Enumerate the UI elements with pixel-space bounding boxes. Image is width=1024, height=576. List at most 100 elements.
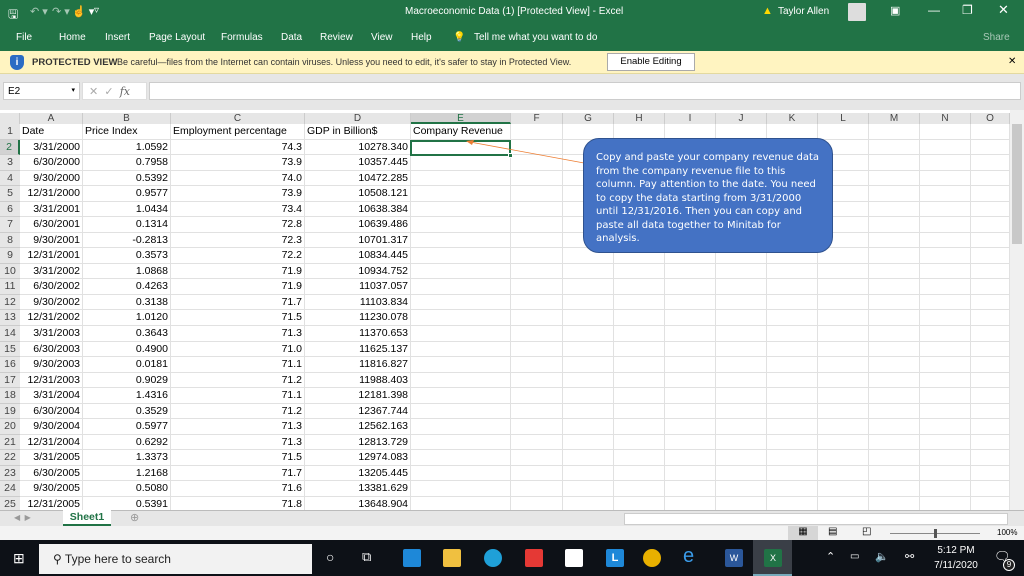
cell[interactable]: 10834.445 (305, 248, 411, 264)
cell[interactable] (716, 434, 767, 451)
cell[interactable] (869, 232, 920, 249)
tab-home[interactable]: Home (59, 32, 86, 43)
tab-insert[interactable]: Insert (105, 32, 130, 43)
cell[interactable]: 71.9 (171, 263, 305, 280)
cell[interactable]: 10934.752 (305, 263, 411, 280)
ribbon-display-icon[interactable]: ▣ (890, 4, 900, 17)
add-sheet-icon[interactable]: ⊕ (130, 511, 139, 524)
cell[interactable]: 9/30/2003 (20, 357, 83, 373)
cell[interactable] (869, 434, 920, 451)
cell[interactable] (818, 341, 869, 358)
cell[interactable] (665, 465, 716, 482)
cell[interactable]: 13381.629 (305, 481, 411, 497)
cell[interactable] (614, 357, 665, 373)
horizontal-scrollbar[interactable] (624, 513, 1008, 525)
column-title[interactable]: Date (20, 124, 83, 140)
cell[interactable] (818, 388, 869, 404)
cell[interactable] (665, 357, 716, 373)
cell[interactable] (665, 279, 716, 295)
cell[interactable] (920, 232, 971, 249)
cell[interactable] (971, 232, 1010, 249)
cell[interactable] (665, 419, 716, 435)
column-header-I[interactable]: I (665, 113, 716, 124)
cell[interactable] (716, 419, 767, 435)
cell[interactable]: 10701.317 (305, 232, 411, 249)
store-icon[interactable] (565, 549, 583, 567)
clock-time[interactable]: 5:12 PM (936, 545, 976, 556)
cell[interactable] (614, 279, 665, 295)
column-title[interactable]: GDP in Billion$ (305, 124, 411, 140)
cell[interactable] (971, 326, 1010, 342)
cell[interactable] (411, 388, 511, 404)
page-break-view-icon[interactable]: ◰ (862, 526, 871, 537)
cell[interactable] (614, 388, 665, 404)
customize-qat-icon[interactable]: ▿ (94, 5, 99, 16)
volume-icon[interactable]: 🔈 (875, 550, 889, 563)
edge-icon[interactable] (484, 549, 502, 567)
cell[interactable] (971, 357, 1010, 373)
cell[interactable]: 12181.398 (305, 388, 411, 404)
cell[interactable] (511, 450, 563, 466)
cell[interactable] (971, 217, 1010, 233)
cell[interactable]: 71.1 (171, 388, 305, 404)
cell[interactable] (767, 450, 818, 466)
cell[interactable]: 9/30/2004 (20, 419, 83, 435)
cell[interactable]: 6/30/2005 (20, 465, 83, 482)
cell[interactable] (716, 279, 767, 295)
cell[interactable] (411, 186, 511, 202)
cell[interactable] (971, 481, 1010, 497)
cell[interactable] (818, 481, 869, 497)
cell[interactable] (411, 372, 511, 389)
minimize-button[interactable]: — (928, 3, 940, 17)
cell[interactable] (716, 465, 767, 482)
cell[interactable] (665, 294, 716, 311)
cell[interactable] (920, 434, 971, 451)
row-header[interactable]: 1 (0, 124, 20, 140)
cell[interactable] (665, 403, 716, 420)
cell[interactable]: 12813.729 (305, 434, 411, 451)
cell[interactable] (563, 434, 614, 451)
cell[interactable] (920, 388, 971, 404)
cell[interactable]: 71.3 (171, 326, 305, 342)
cell[interactable] (614, 326, 665, 342)
cell[interactable] (971, 419, 1010, 435)
spreadsheet-grid[interactable]: A B C D E F G H I J K L M N O 1 Date Price Index Employmen… (0, 110, 1010, 512)
chrome-icon[interactable] (643, 549, 661, 567)
cell[interactable] (767, 357, 818, 373)
cell[interactable] (920, 139, 971, 156)
avatar[interactable] (848, 3, 866, 21)
cell[interactable]: 3/31/2000 (20, 139, 83, 156)
cell[interactable] (767, 294, 818, 311)
cell[interactable] (511, 201, 563, 218)
cell[interactable] (411, 434, 511, 451)
cell[interactable] (869, 450, 920, 466)
cell[interactable] (869, 465, 920, 482)
cell[interactable]: 12974.083 (305, 450, 411, 466)
cell[interactable] (511, 248, 563, 264)
cell[interactable]: 0.3643 (83, 326, 171, 342)
cell[interactable] (511, 403, 563, 420)
cell[interactable] (920, 326, 971, 342)
tab-data[interactable]: Data (281, 32, 302, 43)
cell[interactable] (869, 201, 920, 218)
cell[interactable] (818, 372, 869, 389)
cell[interactable]: 12/31/2001 (20, 248, 83, 264)
cell[interactable] (665, 434, 716, 451)
row-header[interactable]: 22 (0, 450, 20, 466)
cell[interactable] (563, 403, 614, 420)
cell[interactable]: 71.0 (171, 341, 305, 358)
column-header-D[interactable]: D (305, 113, 411, 124)
cell[interactable] (614, 294, 665, 311)
cell[interactable] (971, 170, 1010, 187)
cell[interactable]: 9/30/2000 (20, 170, 83, 187)
row-header[interactable]: 15 (0, 341, 20, 358)
cell[interactable] (511, 294, 563, 311)
column-header-H[interactable]: H (614, 113, 665, 124)
cell[interactable]: 1.3373 (83, 450, 171, 466)
cell[interactable]: 71.2 (171, 403, 305, 420)
cell[interactable] (665, 481, 716, 497)
cell[interactable]: 3/31/2004 (20, 388, 83, 404)
cell[interactable] (563, 481, 614, 497)
cell[interactable] (818, 310, 869, 326)
cell[interactable] (920, 170, 971, 187)
